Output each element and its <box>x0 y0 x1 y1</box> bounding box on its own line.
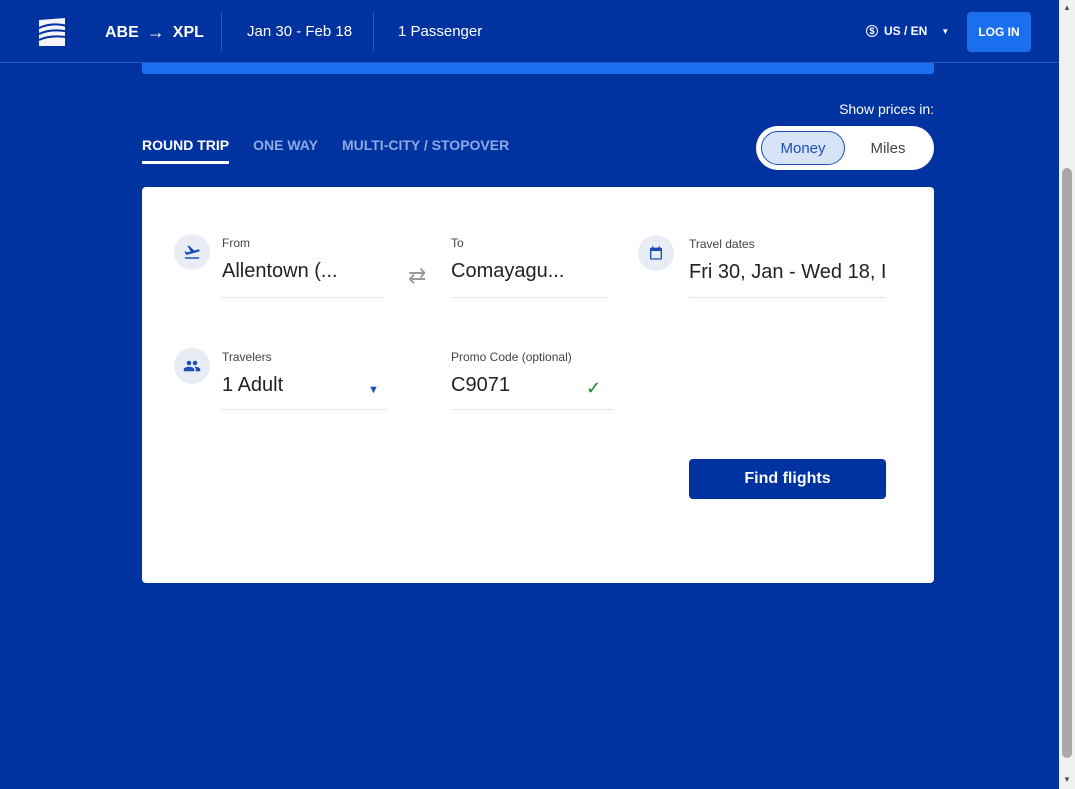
travel-dates-label: Travel dates <box>689 237 755 251</box>
travelers-label: Travelers <box>222 350 272 364</box>
find-flights-button[interactable]: Find flights <box>689 459 886 499</box>
swap-icon[interactable]: ⇄ <box>408 263 426 289</box>
locale-label: US / EN <box>884 24 928 38</box>
dollar-icon: $ <box>866 25 878 37</box>
to-field[interactable]: To Comayagu... <box>451 236 609 298</box>
chevron-down-icon: ▼ <box>941 26 950 36</box>
divider <box>373 12 374 51</box>
money-option[interactable]: Money <box>761 131 845 165</box>
login-button[interactable]: LOG IN <box>967 12 1031 52</box>
divider <box>221 12 222 51</box>
checkmark-icon: ✓ <box>586 378 602 398</box>
tab-round-trip[interactable]: ROUND TRIP <box>142 137 230 164</box>
tab-one-way[interactable]: ONE WAY <box>253 137 318 164</box>
scroll-up-arrow-icon[interactable]: ▲ <box>1063 3 1071 12</box>
dates-summary[interactable]: Jan 30 - Feb 18 <box>247 23 352 40</box>
travelers-value: 1 Adult <box>222 374 284 396</box>
locale-selector[interactable]: $ US / EN ▼ <box>866 24 949 38</box>
scrollbar-thumb[interactable] <box>1062 168 1072 758</box>
passengers-summary[interactable]: 1 Passenger <box>398 23 482 40</box>
travel-dates-field[interactable]: Travel dates Fri 30, Jan - Wed 18, I <box>689 237 886 298</box>
destination-code: XPL <box>172 23 204 41</box>
route-summary[interactable]: ABE → XPL <box>105 22 204 43</box>
trip-type-tabs: ROUND TRIP ONE WAY MULTI-CITY / STOPOVER <box>142 137 509 164</box>
from-label: From <box>222 236 250 250</box>
tab-multi-city[interactable]: MULTI-CITY / STOPOVER <box>342 137 509 164</box>
airline-logo-icon[interactable] <box>37 16 73 48</box>
origin-code: ABE <box>105 23 139 41</box>
to-label: To <box>451 236 464 250</box>
scroll-down-arrow-icon[interactable]: ▼ <box>1063 775 1071 784</box>
price-mode-toggle: Money Miles <box>756 126 934 170</box>
travel-dates-value: Fri 30, Jan - Wed 18, I <box>689 261 886 283</box>
promo-code-label: Promo Code (optional) <box>451 350 572 364</box>
to-value: Comayagu... <box>451 260 565 282</box>
from-field[interactable]: From Allentown (... <box>222 236 384 298</box>
search-form-card: From Allentown (... ⇄ To Comayagu... Tra… <box>142 187 934 583</box>
show-prices-label: Show prices in: <box>839 101 934 117</box>
from-value: Allentown (... <box>222 260 338 282</box>
top-header: ABE → XPL Jan 30 - Feb 18 1 Passenger $ … <box>0 0 1059 63</box>
calendar-icon <box>638 235 674 271</box>
arrow-right-icon: → <box>146 22 165 42</box>
chevron-down-icon: ▼ <box>368 384 379 396</box>
miles-option[interactable]: Miles <box>856 131 920 165</box>
collapsed-panel-strip <box>142 63 934 74</box>
departure-plane-icon <box>174 234 210 270</box>
page-scrollbar[interactable]: ▲ ▼ <box>1059 0 1075 789</box>
travelers-select[interactable]: Travelers 1 Adult <box>222 350 386 410</box>
travelers-icon <box>174 348 210 384</box>
